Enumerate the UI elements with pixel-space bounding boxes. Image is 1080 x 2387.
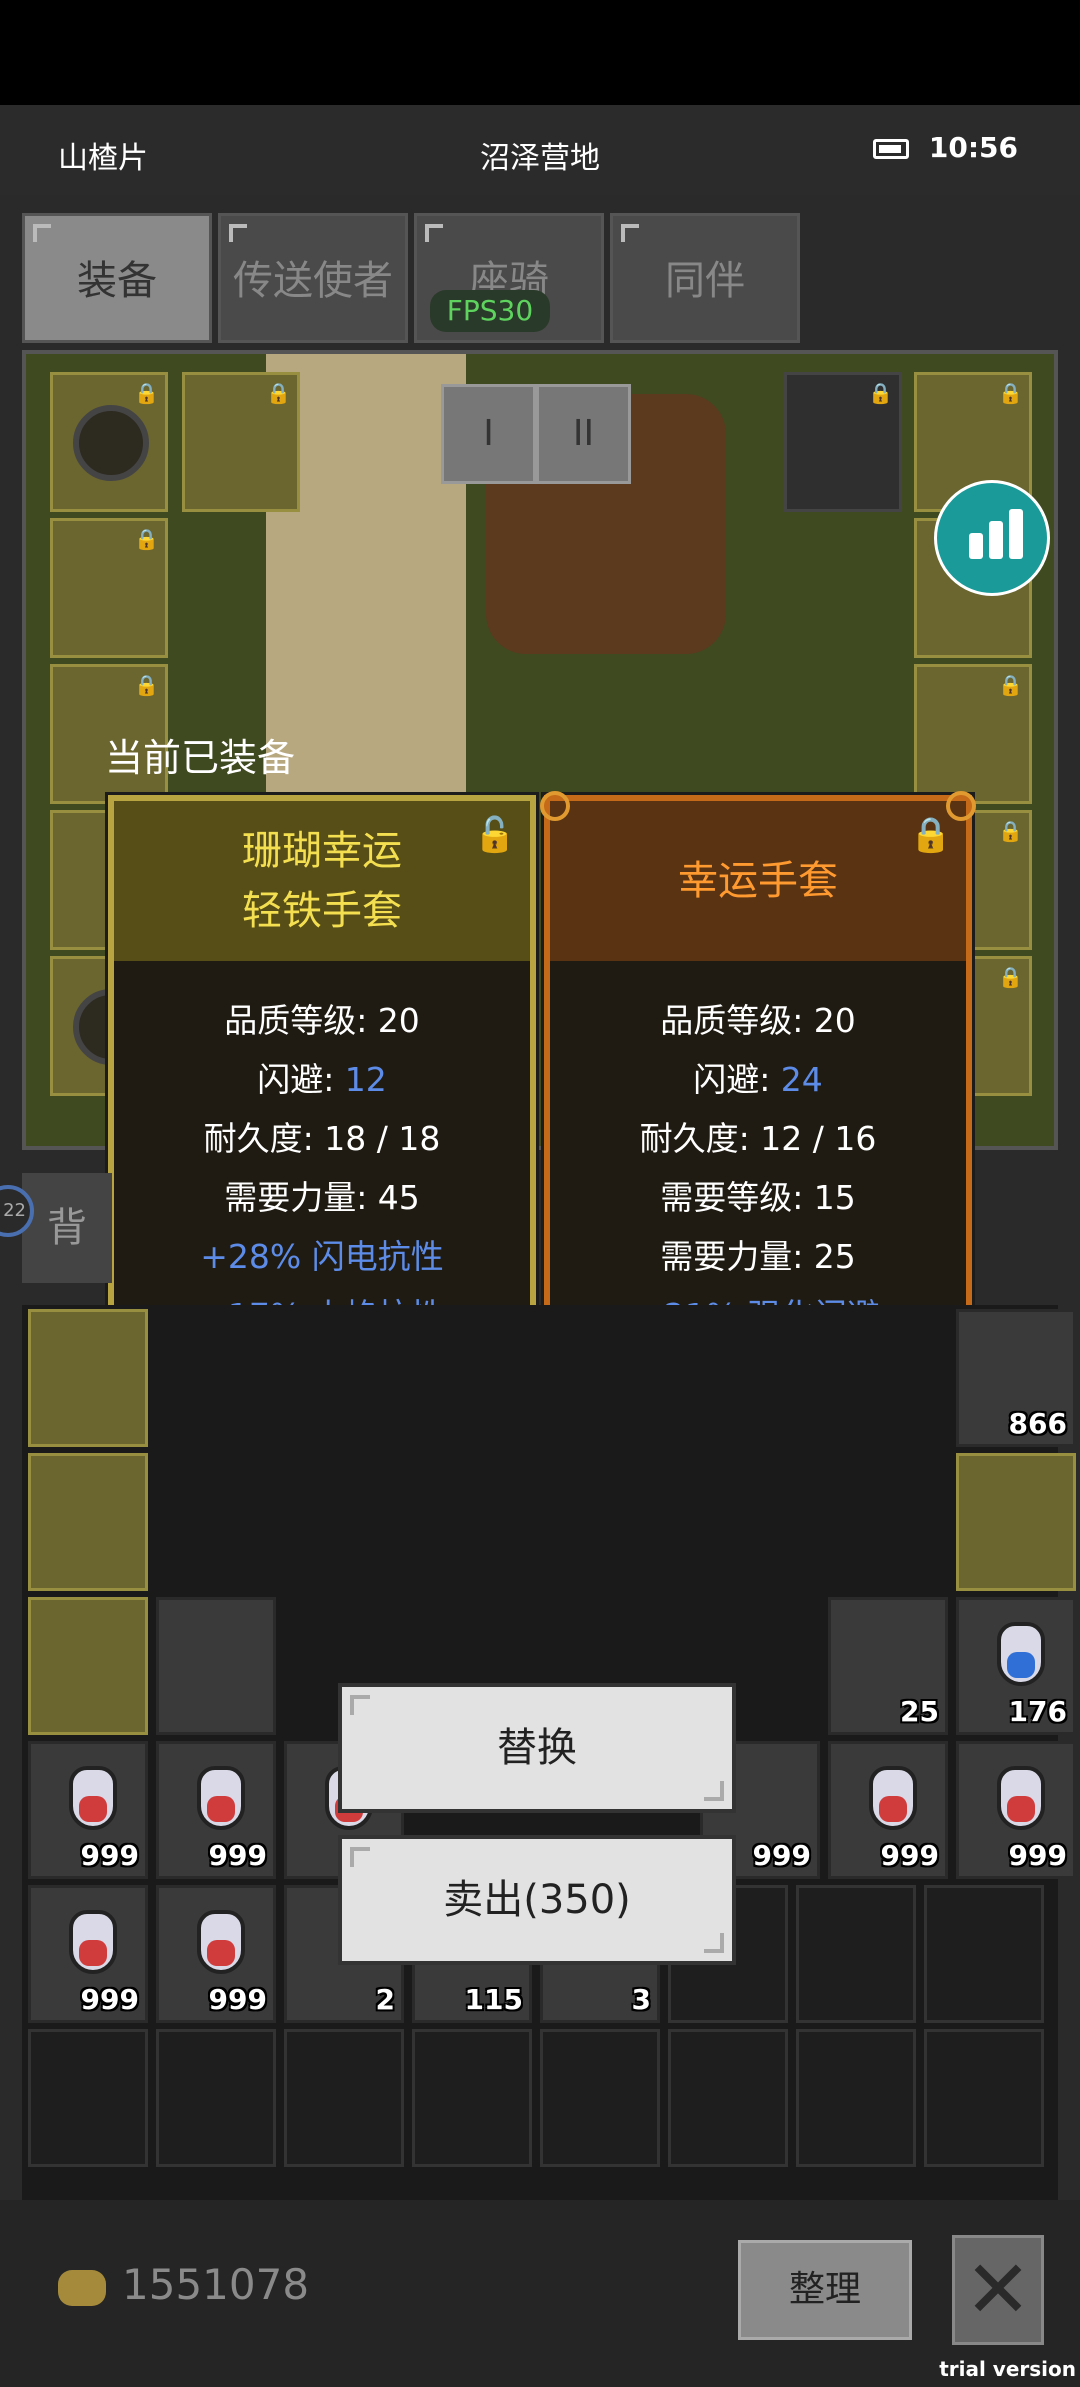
tab-equipment[interactable]: 装备 bbox=[22, 213, 212, 343]
card-title-band: 珊瑚幸运 轻铁手套 🔓 bbox=[114, 801, 530, 961]
potion-icon bbox=[197, 1910, 245, 1974]
status-bar bbox=[0, 0, 1080, 105]
inventory-slot[interactable]: 999 bbox=[156, 1885, 276, 2023]
inventory-slot[interactable]: 25 bbox=[828, 1597, 948, 1735]
fps-counter: FPS30 bbox=[430, 290, 550, 332]
equip-slot[interactable]: 🔒 bbox=[914, 664, 1032, 804]
stat-line: 闪避: 24 bbox=[693, 1060, 823, 1099]
inventory-slot[interactable] bbox=[28, 1309, 148, 1447]
potion-icon bbox=[197, 1766, 245, 1830]
inventory-slot[interactable]: 866 bbox=[956, 1309, 1076, 1447]
close-button[interactable]: ✕ bbox=[952, 2235, 1044, 2345]
equip-slot[interactable]: 🔒 bbox=[50, 518, 168, 658]
inventory-slot[interactable] bbox=[28, 1453, 148, 1591]
tab-teleporter[interactable]: 传送使者 bbox=[218, 213, 408, 343]
replace-button[interactable]: 替换 bbox=[338, 1683, 736, 1813]
potion-icon bbox=[997, 1622, 1045, 1686]
inventory-slot[interactable] bbox=[540, 2029, 660, 2167]
stat-line: 耐久度: 12 / 16 bbox=[639, 1119, 877, 1158]
inventory-slot[interactable] bbox=[284, 2029, 404, 2167]
stat-line: 品质等级: 20 bbox=[660, 1001, 856, 1040]
battery-icon bbox=[872, 139, 909, 159]
main-panel: 装备 传送使者 座骑 同伴 FPS30 🔒 🔒 🔒 🔒 🔒 🔒 🔒 🔒 🔒 🔒 … bbox=[0, 195, 1080, 2387]
gold-coins-icon bbox=[58, 2269, 106, 2306]
sell-button[interactable]: 卖出(350) bbox=[338, 1835, 736, 1965]
stat-line: 需要力量: 25 bbox=[660, 1237, 856, 1276]
current-equipped-label: 当前已装备 bbox=[105, 736, 296, 780]
right-slot-column-2: 🔒 bbox=[784, 372, 902, 518]
unlock-icon[interactable]: 🔓 bbox=[474, 815, 516, 855]
page-switcher: I II bbox=[441, 384, 631, 484]
inventory-slot[interactable] bbox=[668, 2029, 788, 2167]
tab-backpack[interactable]: 背 bbox=[22, 1173, 112, 1283]
page-2-button[interactable]: II bbox=[536, 384, 631, 484]
inventory-slot[interactable] bbox=[924, 1885, 1044, 2023]
trial-watermark: trial version bbox=[939, 2357, 1076, 2381]
stat-line: 品质等级: 20 bbox=[224, 1001, 420, 1040]
inventory-slot[interactable] bbox=[28, 1597, 148, 1735]
inventory-slot[interactable]: 999 bbox=[956, 1741, 1076, 1879]
sort-button[interactable]: 整理 bbox=[738, 2240, 912, 2340]
ornament-icon bbox=[946, 791, 976, 821]
stat-line: 闪避: 12 bbox=[257, 1060, 387, 1099]
inventory-slot[interactable]: 999 bbox=[156, 1741, 276, 1879]
potion-icon bbox=[997, 1766, 1045, 1830]
gold-counter: 1551078 bbox=[58, 2260, 309, 2309]
inventory-slot[interactable]: 999 bbox=[28, 1741, 148, 1879]
tab-bar: 装备 传送使者 座骑 同伴 bbox=[22, 213, 802, 343]
item-title: 珊瑚幸运 轻铁手套 bbox=[242, 828, 402, 934]
inventory-slot[interactable] bbox=[156, 2029, 276, 2167]
inventory-slot[interactable] bbox=[796, 2029, 916, 2167]
stats-chart-icon[interactable] bbox=[934, 480, 1050, 596]
potion-icon bbox=[869, 1766, 917, 1830]
potion-icon bbox=[69, 1910, 117, 1974]
ornament-icon bbox=[540, 791, 570, 821]
inventory-slot[interactable] bbox=[796, 1885, 916, 2023]
inventory-slot[interactable]: 999 bbox=[28, 1885, 148, 2023]
inventory-slot[interactable] bbox=[956, 1453, 1076, 1591]
game-header: 山楂片 沼泽营地 10:56 bbox=[0, 105, 1080, 195]
left-slot-column-2: 🔒 bbox=[182, 372, 300, 518]
inventory-slot[interactable] bbox=[412, 2029, 532, 2167]
stat-line: 耐久度: 18 / 18 bbox=[203, 1119, 441, 1158]
equip-slot[interactable]: 🔒 bbox=[50, 372, 168, 512]
inventory-slot[interactable] bbox=[28, 2029, 148, 2167]
item-title: 幸运手套 bbox=[678, 858, 838, 904]
stat-line: 需要力量: 45 bbox=[224, 1178, 420, 1217]
inventory-slot[interactable]: 999 bbox=[828, 1741, 948, 1879]
inventory-slot[interactable] bbox=[156, 1597, 276, 1735]
page-1-button[interactable]: I bbox=[441, 384, 536, 484]
lock-icon[interactable]: 🔒 bbox=[910, 815, 952, 855]
stat-line: 需要等级: 15 bbox=[660, 1178, 856, 1217]
stat-line: +28% 闪电抗性 bbox=[200, 1237, 444, 1276]
tab-companion[interactable]: 同伴 bbox=[610, 213, 800, 343]
footer-bar: 1551078 整理 ✕ trial version bbox=[0, 2200, 1080, 2387]
potion-icon bbox=[69, 1766, 117, 1830]
equip-slot[interactable]: 🔒 bbox=[182, 372, 300, 512]
inventory-slot[interactable]: 176 bbox=[956, 1597, 1076, 1735]
inventory-slot[interactable] bbox=[924, 2029, 1044, 2167]
equip-slot[interactable]: 🔒 bbox=[784, 372, 902, 512]
clock: 10:56 bbox=[872, 131, 1018, 164]
card-title-band: 幸运手套 🔒 bbox=[550, 801, 966, 961]
